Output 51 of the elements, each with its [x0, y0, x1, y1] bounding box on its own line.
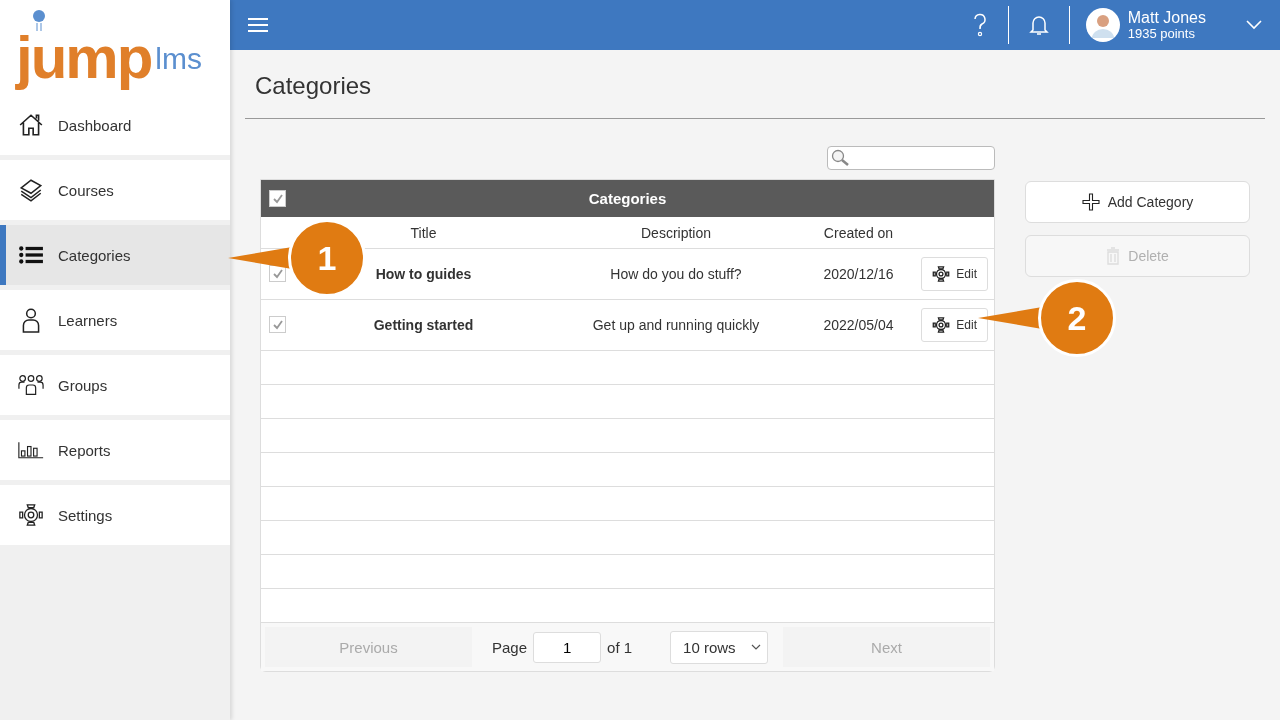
gear-icon	[932, 265, 951, 283]
checkbox[interactable]	[269, 190, 286, 207]
table-cell-text: 2022/05/04	[822, 317, 895, 333]
help-icon[interactable]	[971, 13, 988, 37]
stack-icon	[18, 177, 44, 203]
group-icon	[18, 372, 44, 398]
sidebar-item[interactable]: Dashboard	[0, 95, 230, 155]
plus-icon	[1081, 193, 1100, 211]
house-icon	[18, 112, 44, 138]
check-icon	[271, 192, 284, 205]
logo-dot-icon	[32, 10, 46, 32]
bell-icon[interactable]	[1028, 14, 1049, 36]
edit-button[interactable]: Edit	[921, 308, 988, 342]
rows-select[interactable]: 10 rows	[670, 630, 769, 664]
sidebar-item[interactable]: Learners	[0, 290, 230, 350]
gear-icon	[932, 316, 951, 334]
caret-icon	[751, 644, 762, 650]
menu-button[interactable]	[248, 17, 268, 33]
page-label: Page	[492, 638, 528, 656]
check-icon	[271, 318, 284, 331]
table-cell-text: Getting started	[372, 317, 475, 333]
user-name: Matt Jones	[1127, 9, 1206, 27]
search-field[interactable]	[827, 146, 995, 170]
page-title: Categories	[255, 72, 373, 100]
column-header: Description	[640, 224, 712, 241]
edit-button[interactable]: Edit	[921, 257, 988, 291]
column-header: Title	[409, 224, 438, 241]
table-cell-text: 2020/12/16	[822, 266, 895, 282]
check-icon	[271, 267, 284, 280]
table-cell-text: How do you do stuff?	[609, 266, 743, 282]
sidebar-item[interactable]: Groups	[0, 355, 230, 415]
sidebar-item[interactable]: Categories	[0, 225, 230, 285]
table-cell-text: Get up and running quickly	[591, 317, 761, 333]
table-cell-text: How to guides	[374, 266, 473, 282]
callout-marker: 2	[1038, 279, 1116, 357]
avatar[interactable]	[1085, 8, 1120, 42]
gear-icon	[18, 502, 44, 528]
column-header: Created on	[822, 224, 895, 241]
page-input[interactable]: 1	[533, 631, 602, 663]
page-count: of 1	[607, 638, 633, 656]
checkbox[interactable]	[269, 316, 286, 334]
sidebar-item[interactable]: Settings	[0, 485, 230, 545]
search-icon	[831, 149, 851, 167]
chevron-down-icon[interactable]	[1246, 20, 1262, 30]
user-points: 1935 points	[1127, 26, 1196, 41]
add-category-button[interactable]: Add Category	[1025, 181, 1250, 223]
sidebar-item[interactable]: Reports	[0, 420, 230, 480]
table-title: Categories	[587, 190, 668, 207]
menu-icon	[248, 17, 268, 33]
sidebar-item[interactable]: Courses	[0, 160, 230, 220]
trash-icon	[1106, 247, 1121, 265]
